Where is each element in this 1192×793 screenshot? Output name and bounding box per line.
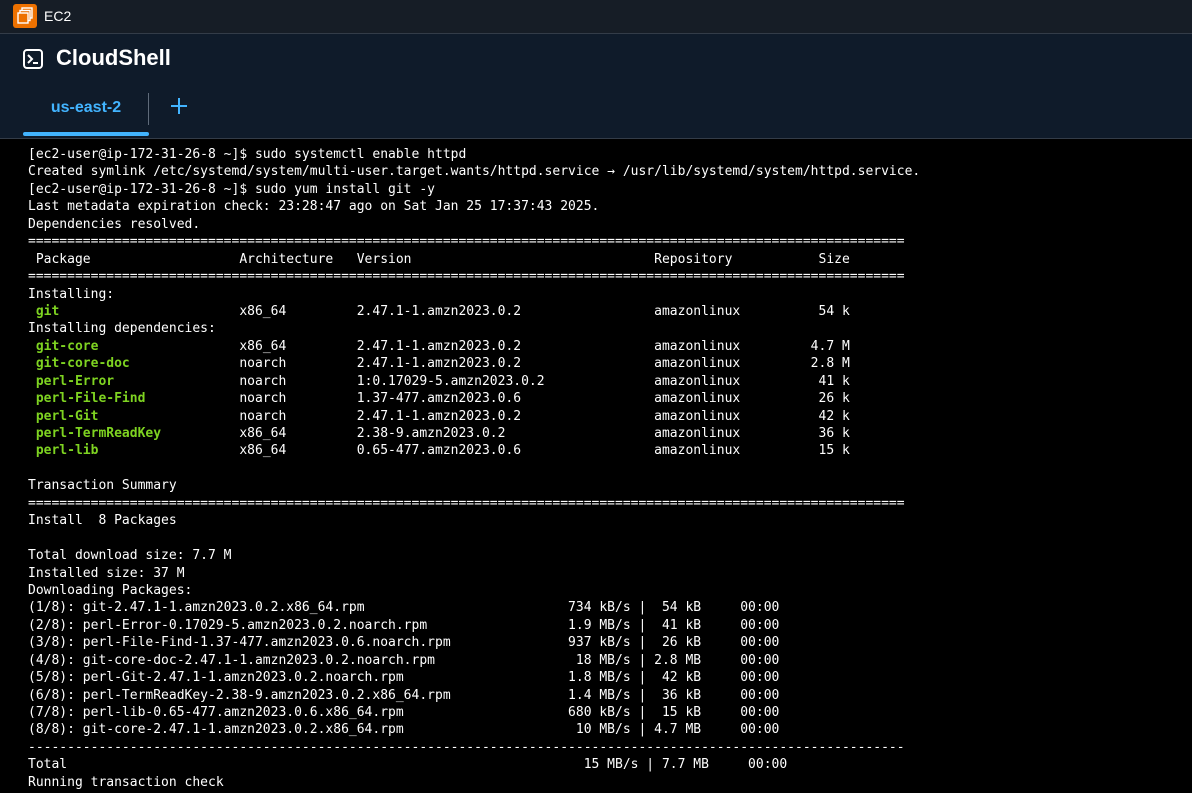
terminal-line: (3/8): perl-File-Find-1.37-477.amzn2023.… (28, 635, 780, 651)
terminal-line: ========================================… (28, 234, 905, 250)
terminal-line: Running transaction check (28, 774, 224, 790)
package-name: perl-Git (35, 408, 99, 424)
terminal-line: (2/8): perl-Error-0.17029-5.amzn2023.0.2… (28, 617, 780, 633)
terminal-line: (1/8): git-2.47.1-1.amzn2023.0.2.x86_64.… (28, 600, 780, 616)
terminal-line: Last metadata expiration check: 23:28:47… (28, 199, 600, 215)
terminal-line: perl-Git noarch 2.47.1-1.amzn2023.0.2 am… (35, 408, 850, 424)
terminal-line: git-core-doc noarch 2.47.1-1.amzn2023.0.… (35, 356, 850, 372)
terminal-icon (23, 49, 43, 69)
terminal-line: Total download size: 7.7 M (28, 548, 232, 564)
cloudshell-header: CloudShell us-east-2 (0, 35, 1192, 138)
package-name: git-core (35, 338, 99, 354)
terminal-line: Downloading Packages: (28, 582, 193, 598)
terminal-lines: [ec2-user@ip-172-31-26-8 ~]$ sudo system… (28, 146, 920, 791)
tab-us-east-2[interactable]: us-east-2 (23, 92, 149, 138)
package-name: perl-TermReadKey (35, 426, 162, 441)
terminal-line: (7/8): perl-lib-0.65-477.amzn2023.0.6.x8… (28, 705, 780, 720)
ec2-service-icon[interactable] (13, 4, 37, 28)
active-tab-indicator (23, 132, 149, 136)
package-name: git (35, 303, 60, 319)
package-name: perl-File-Find (35, 391, 146, 407)
plus-icon[interactable] (168, 95, 190, 117)
tab-divider (148, 93, 149, 125)
terminal-line: (4/8): git-core-doc-2.47.1-1.amzn2023.0.… (28, 652, 780, 668)
terminal-line: Total 15 MB/s | 7.7 MB 00:00 (28, 757, 788, 773)
terminal-line: (5/8): perl-Git-2.47.1-1.amzn2023.0.2.no… (28, 670, 780, 686)
terminal-line: Installing: (28, 286, 115, 302)
terminal-line: (8/8): git-core-2.47.1-1.amzn2023.0.2.x8… (28, 722, 780, 738)
terminal-line: Transaction Summary (28, 478, 177, 494)
terminal-line: Dependencies resolved. (28, 216, 201, 232)
terminal-line: [ec2-user@ip-172-31-26-8 ~]$ sudo yum in… (28, 181, 435, 197)
terminal-line: Package Architecture Version Repository … (28, 251, 850, 267)
tab-label: us-east-2 (50, 99, 122, 116)
package-name: perl-Error (35, 373, 115, 389)
terminal-line: ========================================… (28, 495, 905, 511)
terminal-line: Installed size: 37 M (28, 565, 185, 581)
package-name: git-core-doc (35, 356, 130, 372)
page-title: CloudShell (56, 45, 171, 70)
terminal-line: Install 8 Packages (28, 513, 177, 529)
top-navigation-bar: EC2 (0, 0, 1192, 34)
terminal-line: git-core x86_64 2.47.1-1.amzn2023.0.2 am… (35, 338, 850, 354)
service-name-link[interactable]: EC2 (44, 6, 71, 26)
terminal-line: Created symlink /etc/systemd/system/mult… (28, 164, 921, 180)
terminal-line: perl-TermReadKey x86_64 2.38-9.amzn2023.… (35, 426, 850, 441)
terminal-line: ========================================… (28, 269, 905, 285)
terminal-line: [ec2-user@ip-172-31-26-8 ~]$ sudo system… (28, 147, 467, 162)
terminal-line: git x86_64 2.47.1-1.amzn2023.0.2 amazonl… (35, 303, 850, 319)
terminal-line: Installing dependencies: (28, 321, 216, 337)
terminal-line: ----------------------------------------… (28, 739, 905, 755)
terminal-line: perl-Error noarch 1:0.17029-5.amzn2023.0… (35, 373, 850, 389)
terminal-output[interactable]: [ec2-user@ip-172-31-26-8 ~]$ sudo system… (0, 139, 1192, 793)
terminal-line: (6/8): perl-TermReadKey-2.38-9.amzn2023.… (28, 687, 780, 703)
package-name: perl-lib (35, 443, 99, 459)
terminal-line: perl-lib x86_64 0.65-477.amzn2023.0.6 am… (35, 443, 850, 459)
terminal-line: perl-File-Find noarch 1.37-477.amzn2023.… (35, 391, 850, 407)
